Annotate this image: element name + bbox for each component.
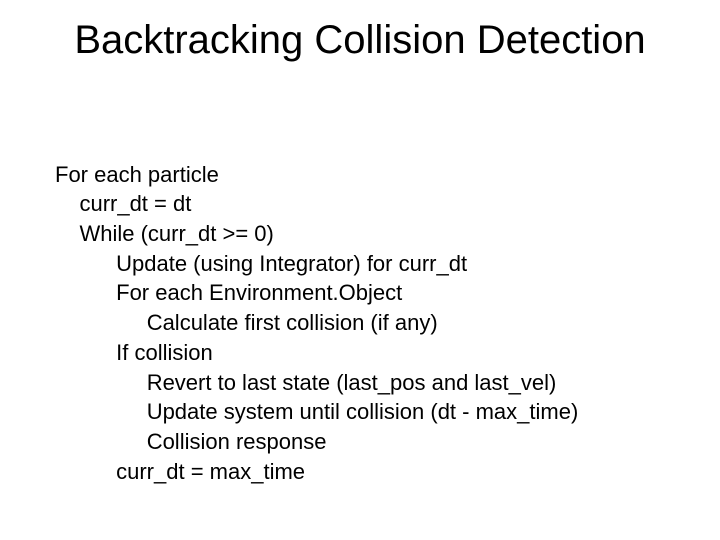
code-line: Revert to last state (last_pos and last_… [147,370,557,395]
code-line: For each particle [55,162,219,187]
code-line: Update system until collision (dt - max_… [147,399,579,424]
code-line: For each Environment.Object [116,280,402,305]
slide-title: Backtracking Collision Detection [0,18,720,63]
code-line: curr_dt = dt [79,191,191,216]
slide: Backtracking Collision Detection For eac… [0,0,720,540]
code-line: Calculate first collision (if any) [147,310,438,335]
code-line: Update (using Integrator) for curr_dt [116,251,467,276]
code-line: Collision response [147,429,327,454]
code-line: curr_dt = max_time [116,459,305,484]
pseudocode-block: For each particle curr_dt = dt While (cu… [55,130,578,486]
code-line: While (curr_dt >= 0) [79,221,273,246]
code-line: If collision [116,340,213,365]
